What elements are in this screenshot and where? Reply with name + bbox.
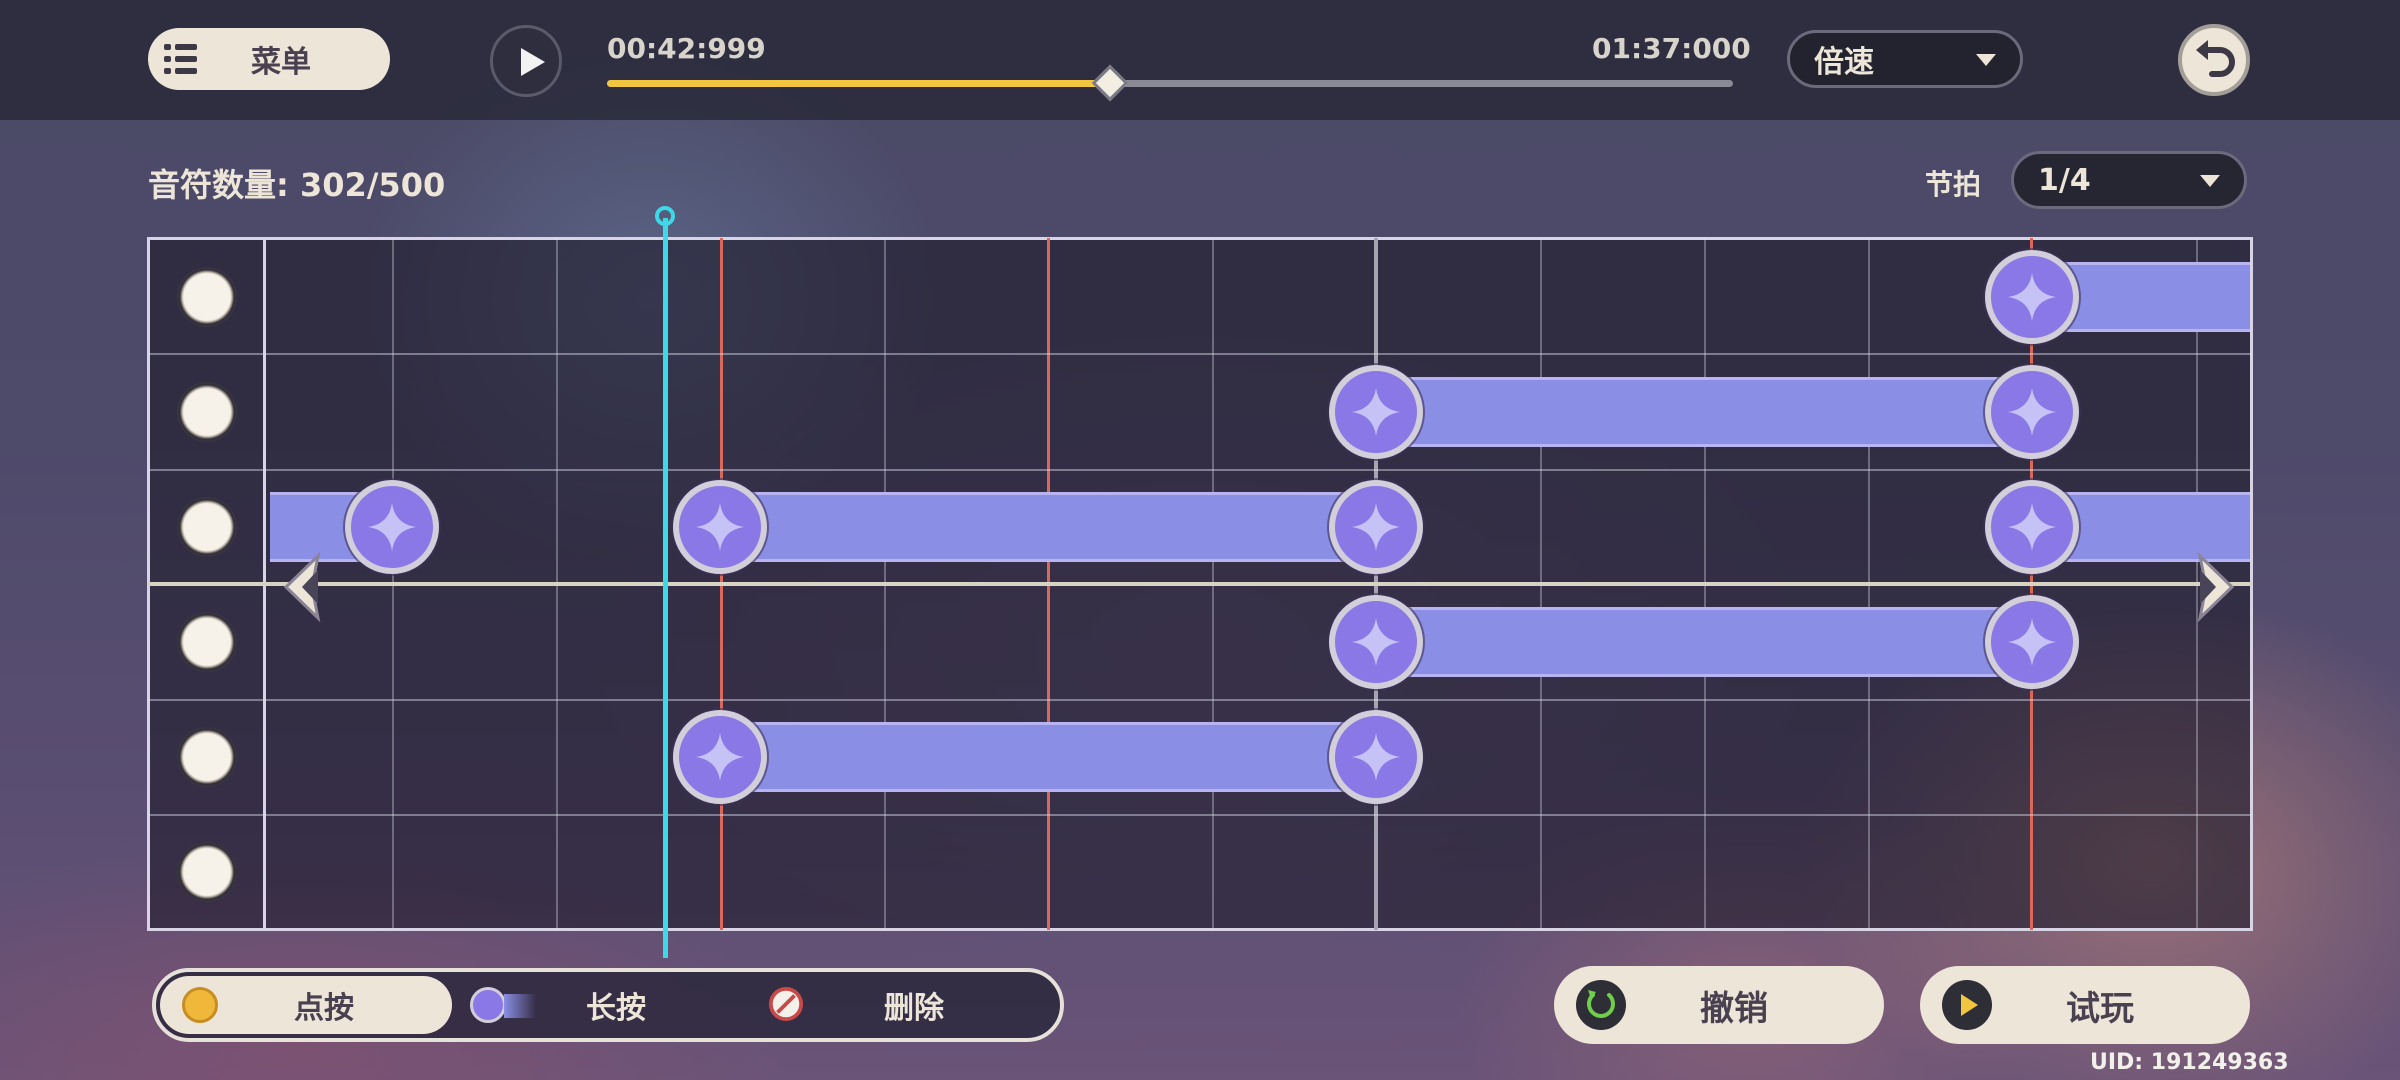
list-icon	[164, 42, 198, 76]
hold-note-head[interactable]	[673, 480, 767, 574]
hold-tail-icon	[504, 994, 536, 1018]
four-point-star-icon	[2008, 388, 2056, 436]
lane-divider	[148, 353, 2252, 355]
tap-tool[interactable]: 点按	[160, 976, 452, 1034]
hold-note-tail[interactable]	[1985, 365, 2079, 459]
four-point-star-icon	[1352, 733, 1400, 781]
play-button[interactable]	[490, 25, 562, 97]
lane-divider	[148, 814, 2252, 816]
tap-tool-label: 点按	[294, 991, 354, 1026]
four-point-star-icon	[1352, 618, 1400, 666]
timeline-slider[interactable]	[607, 64, 1733, 102]
hold-note[interactable]	[720, 722, 1376, 792]
lane-divider	[148, 699, 2252, 701]
hold-note-tail[interactable]	[1329, 480, 1423, 574]
speed-select[interactable]: 倍速	[1787, 30, 2023, 88]
chevron-down-icon	[1976, 54, 1996, 66]
hold-note-head[interactable]	[1985, 250, 2079, 344]
lane-button-5[interactable]	[177, 727, 237, 787]
hold-tool-label: 长按	[586, 991, 646, 1026]
playhead[interactable]	[663, 218, 668, 958]
four-point-star-icon	[1352, 388, 1400, 436]
delete-tool-label: 删除	[884, 991, 944, 1026]
hold-note-tail[interactable]	[1329, 710, 1423, 804]
undo-label: 撤销	[1700, 988, 1768, 1029]
four-point-star-icon	[1352, 503, 1400, 551]
user-id: UID: 191249363	[2090, 1050, 2289, 1075]
hold-note-icon	[470, 987, 506, 1023]
play-icon	[1942, 980, 1992, 1030]
hold-note-tail[interactable]	[1985, 595, 2079, 689]
undo-icon	[1576, 980, 1626, 1030]
hold-note-head[interactable]	[673, 710, 767, 804]
try-play-label: 试玩	[2066, 988, 2134, 1029]
no-entry-icon	[768, 986, 804, 1022]
speed-label: 倍速	[1814, 45, 1874, 80]
playhead-handle[interactable]	[655, 206, 675, 226]
hold-note-tail[interactable]	[345, 480, 439, 574]
four-point-star-icon	[2008, 273, 2056, 321]
delete-tool[interactable]: 删除	[756, 972, 1056, 1038]
hold-note-head[interactable]	[1329, 365, 1423, 459]
lane-button-6[interactable]	[177, 842, 237, 902]
beat-value: 1/4	[2038, 162, 2091, 198]
scroll-right-handle[interactable]	[2178, 550, 2240, 624]
four-point-star-icon	[2008, 503, 2056, 551]
timeline-progress	[607, 80, 1111, 87]
back-button[interactable]	[2178, 24, 2250, 96]
lane-button-2[interactable]	[177, 382, 237, 442]
four-point-star-icon	[2008, 618, 2056, 666]
beat-select[interactable]: 1/4	[2011, 151, 2247, 209]
try-play-button[interactable]: 试玩	[1920, 966, 2250, 1044]
current-time: 00:42:999	[607, 32, 766, 65]
hold-note-head[interactable]	[1985, 480, 2079, 574]
lane-button-4[interactable]	[177, 612, 237, 672]
menu-label: 菜单	[251, 45, 311, 80]
scroll-left-handle[interactable]	[278, 550, 340, 624]
lane-button-1[interactable]	[177, 267, 237, 327]
menu-button[interactable]: 菜单	[148, 28, 390, 90]
hold-note[interactable]	[1376, 607, 2030, 677]
four-point-star-icon	[696, 503, 744, 551]
judgement-line	[148, 582, 2252, 586]
hold-note[interactable]	[1376, 377, 2030, 447]
hold-note[interactable]	[720, 492, 1376, 562]
chevron-down-icon	[2200, 175, 2220, 187]
back-arrow-icon	[2196, 40, 2235, 77]
note-count: 音符数量: 302/500	[148, 166, 446, 204]
four-point-star-icon	[368, 503, 416, 551]
lane-button-3[interactable]	[177, 497, 237, 557]
tap-note-icon	[182, 987, 218, 1023]
hold-note-head[interactable]	[1329, 595, 1423, 689]
total-time: 01:37:000	[1592, 32, 1751, 65]
lane-divider	[148, 469, 2252, 471]
undo-button[interactable]: 撤销	[1554, 966, 1884, 1044]
hold-tool[interactable]: 长按	[456, 972, 746, 1038]
four-point-star-icon	[696, 733, 744, 781]
note-tool-selector: 点按 长按 删除	[152, 968, 1064, 1042]
beat-label: 节拍	[1925, 168, 1982, 201]
